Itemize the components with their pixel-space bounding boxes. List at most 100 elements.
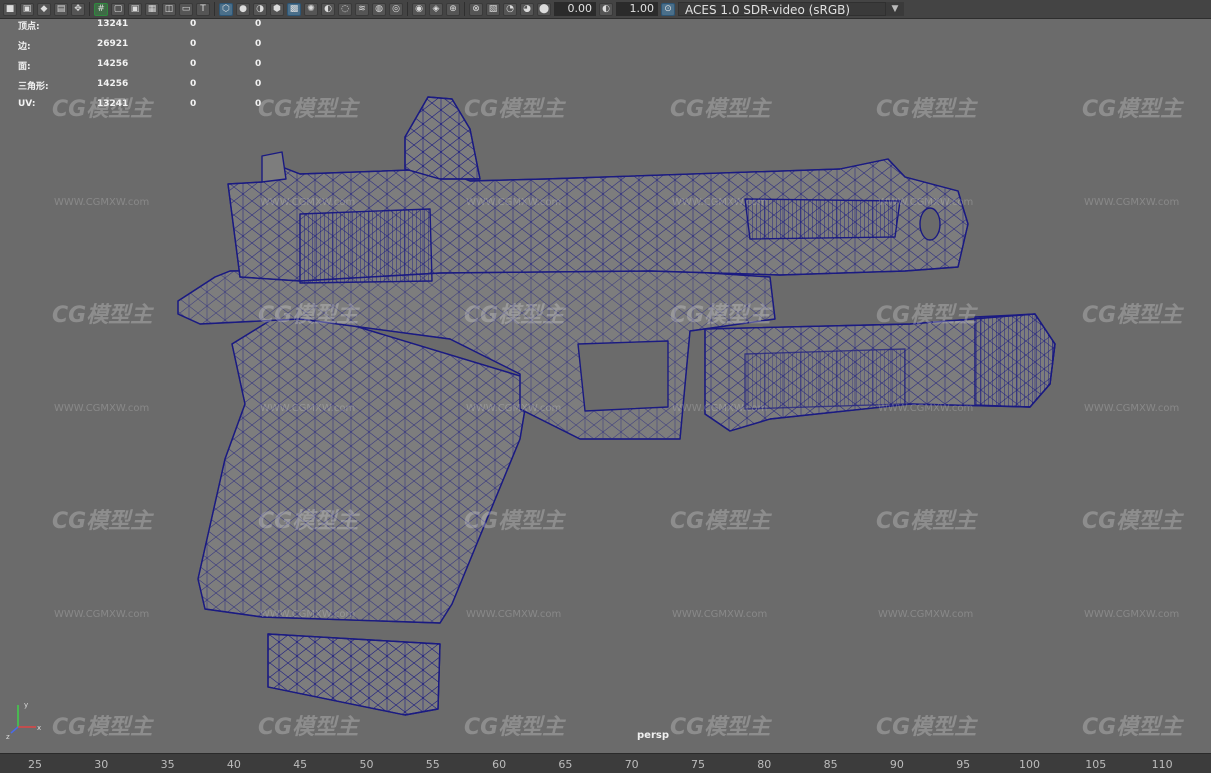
toolbar-separator <box>89 2 90 16</box>
hud-v2: 0 <box>190 99 197 109</box>
depth-of-field-icon[interactable]: ◎ <box>389 2 403 16</box>
watermark-logo: CG模型主 <box>1082 97 1183 122</box>
exposure-icon[interactable]: ◔ <box>503 2 517 16</box>
watermark-logo: CG模型主 <box>876 715 977 740</box>
shadows-icon[interactable]: ◐ <box>321 2 335 16</box>
ruler-tick-label: 90 <box>889 758 904 771</box>
rear-sight <box>261 151 287 183</box>
xray-icon[interactable]: ◈ <box>429 2 443 16</box>
hud-label: 面: <box>18 62 31 72</box>
ruler-tick-label: 95 <box>956 758 971 771</box>
wireframe-icon[interactable]: ⬡ <box>219 2 233 16</box>
muzzle <box>919 207 941 241</box>
hud-v2: 0 <box>190 79 197 89</box>
hud-v2: 0 <box>190 39 197 49</box>
image-plane-icon[interactable]: ▤ <box>54 2 68 16</box>
time-slider-ruler[interactable]: 25 30 35 40 45 50 55 60 65 70 75 80 85 90 95 100 105 110 <box>0 753 1211 773</box>
hud-v2: 0 <box>190 19 197 29</box>
resolution-gate-icon[interactable]: ▣ <box>128 2 142 16</box>
ruler-tick-label: 35 <box>160 758 175 771</box>
hud-v3: 0 <box>255 99 262 109</box>
textured-icon[interactable]: ▩ <box>287 2 301 16</box>
hud-v3: 0 <box>255 59 262 69</box>
ruler-tick-label: 30 <box>94 758 109 771</box>
axis-gizmo: y x z <box>6 701 41 739</box>
toolbar-separator <box>407 2 408 16</box>
hud-label: UV: <box>18 99 36 109</box>
hud-row: 顶点: 13241 0 0 <box>18 19 278 39</box>
lights-icon[interactable]: ✺ <box>304 2 318 16</box>
hud-label: 边: <box>18 42 31 52</box>
camera-icon[interactable]: ■ <box>3 2 17 16</box>
color-mgmt-icon[interactable]: ⬤ <box>537 2 551 16</box>
ruler-tick-label: 45 <box>293 758 308 771</box>
watermark-url: WWW.CGMXW.com <box>878 197 974 208</box>
watermark-logo: CG模型主 <box>670 97 771 122</box>
motion-blur-icon[interactable]: ≋ <box>355 2 369 16</box>
view-transform-icon[interactable]: ⊙ <box>661 2 675 16</box>
watermark-url: WWW.CGMXW.com <box>1084 609 1180 620</box>
watermark-logo: CG模型主 <box>876 97 977 122</box>
trigger-guard-opening <box>577 340 669 412</box>
wireframe-on-shaded-icon[interactable]: ⬢ <box>270 2 284 16</box>
ruler-tick-label: 55 <box>425 758 440 771</box>
aa-icon[interactable]: ◍ <box>372 2 386 16</box>
move-icon[interactable]: ✥ <box>71 2 85 16</box>
safe-title-icon[interactable]: T <box>196 2 210 16</box>
xray-joints-icon[interactable]: ⊕ <box>446 2 460 16</box>
default-material-icon[interactable]: ◑ <box>253 2 267 16</box>
film-gate-icon[interactable]: ▢ <box>111 2 125 16</box>
watermark-logo: CG模型主 <box>876 303 977 328</box>
bookmark-icon[interactable]: ◆ <box>37 2 51 16</box>
hud-v3: 0 <box>255 19 262 29</box>
hud-label: 三角形: <box>18 82 49 92</box>
ruler-tick-label: 70 <box>624 758 639 771</box>
camera-attr-icon[interactable]: ▣ <box>20 2 34 16</box>
smooth-shade-icon[interactable]: ● <box>236 2 250 16</box>
watermark-url: WWW.CGMXW.com <box>1084 403 1180 414</box>
gamma-field[interactable]: 1.00 <box>616 2 658 16</box>
hud-label: 顶点: <box>18 22 40 32</box>
watermark-logo: CG模型主 <box>876 509 977 534</box>
watermark-url: WWW.CGMXW.com <box>260 609 356 620</box>
hud-v1: 14256 <box>97 79 129 89</box>
ruler-tick-label: 100 <box>1019 758 1040 771</box>
watermark-logo: CG模型主 <box>670 303 771 328</box>
watermark-logo: CG模型主 <box>464 303 565 328</box>
poly-count-hud: 顶点: 13241 0 0 边: 26921 0 0 面: 14256 0 0 三角形: 14256 0 0 U… <box>18 19 278 119</box>
isolate-icon[interactable]: ◉ <box>412 2 426 16</box>
watermark-url: WWW.CGMXW.com <box>260 403 356 414</box>
field-chart-icon[interactable]: ◫ <box>162 2 176 16</box>
hud-v3: 0 <box>255 79 262 89</box>
hud-row: 边: 26921 0 0 <box>18 39 278 59</box>
gate-mask-icon[interactable]: ▦ <box>145 2 159 16</box>
watermark-logo: CG模型主 <box>1082 303 1183 328</box>
safe-action-icon[interactable]: ▭ <box>179 2 193 16</box>
hud-row: UV: 13241 0 0 <box>18 99 278 119</box>
watermark-logo: CG模型主 <box>258 715 359 740</box>
color-management-select[interactable]: ACES 1.0 SDR-video (sRGB) <box>678 2 886 17</box>
watermark-url: WWW.CGMXW.com <box>466 609 562 620</box>
gamma-icon[interactable]: ◐ <box>599 2 613 16</box>
exposure-field[interactable]: 0.00 <box>554 2 596 16</box>
watermark-url: WWW.CGMXW.com <box>672 403 768 414</box>
hud-v1: 26921 <box>97 39 129 49</box>
ruler-tick-label: 80 <box>757 758 772 771</box>
hud-row: 面: 14256 0 0 <box>18 59 278 79</box>
watermark-logo: CG模型主 <box>670 509 771 534</box>
xray-components-icon[interactable]: ⊗ <box>469 2 483 16</box>
hud-v3: 0 <box>255 39 262 49</box>
grid-icon[interactable]: # <box>94 2 108 16</box>
ruler-tick-label: 110 <box>1151 758 1173 771</box>
watermark-logo: CG模型主 <box>464 509 565 534</box>
screen-ao-icon[interactable]: ◌ <box>338 2 352 16</box>
backface-icon[interactable]: ▧ <box>486 2 500 16</box>
watermark-logo: CG模型主 <box>1082 509 1183 534</box>
watermark-logo: CG模型主 <box>52 303 153 328</box>
3d-viewport[interactable]: CG模型主 CG模型主 CG模型主 CG模型主 CG模型主 CG模型主 CG模型主 CG模型主… <box>0 19 1211 753</box>
watermark-url: WWW.CGMXW.com <box>54 197 150 208</box>
chevron-down-icon[interactable]: ▼ <box>886 2 904 16</box>
light-bezel <box>974 313 1056 408</box>
ruler-tick-label: 60 <box>492 758 507 771</box>
gamma-icon[interactable]: ◕ <box>520 2 534 16</box>
